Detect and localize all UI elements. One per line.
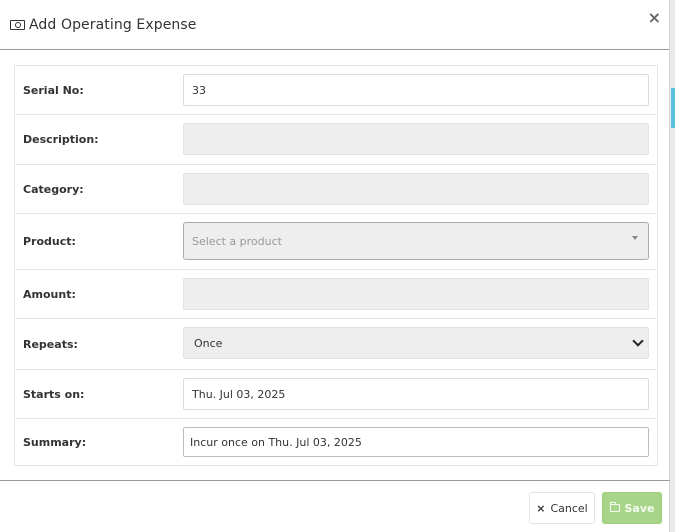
form-row-starts-on: Starts on: Thu. Jul 03, 2025 — [15, 370, 657, 419]
product-placeholder: Select a product — [192, 234, 282, 248]
starts-on-input[interactable]: Thu. Jul 03, 2025 — [183, 378, 649, 410]
category-input[interactable] — [183, 173, 649, 205]
form-row-category: Category: — [15, 165, 657, 214]
save-button[interactable]: Save — [602, 492, 662, 524]
folder-icon — [609, 502, 620, 512]
cancel-button[interactable]: × Cancel — [529, 492, 595, 524]
repeats-value: Once — [194, 336, 223, 350]
summary-field[interactable]: Incur once on Thu. Jul 03, 2025 — [183, 427, 649, 457]
starts-on-label: Starts on: — [23, 387, 85, 401]
form-row-product: Product: Select a product — [15, 214, 657, 270]
form-row-serial-no: Serial No: 33 — [15, 66, 657, 115]
caret-down-icon — [632, 236, 638, 240]
summary-label: Summary: — [23, 435, 87, 449]
add-expense-modal: Add Operating Expense × Serial No: 33 De… — [0, 0, 670, 532]
modal-header: Add Operating Expense × — [0, 0, 669, 50]
form-row-amount: Amount: — [15, 270, 657, 319]
cancel-label: Cancel — [550, 501, 588, 515]
form-row-summary: Summary: Incur once on Thu. Jul 03, 2025 — [15, 419, 657, 465]
modal-footer: × Cancel Save — [0, 480, 670, 532]
description-input[interactable] — [183, 123, 649, 155]
save-label: Save — [624, 501, 655, 515]
form-row-description: Description: — [15, 115, 657, 165]
product-select[interactable]: Select a product — [183, 222, 649, 260]
expense-form: Serial No: 33 Description: Category: Pro… — [14, 65, 658, 466]
amount-input[interactable] — [183, 278, 649, 310]
description-label: Description: — [23, 133, 99, 146]
chevron-down-icon — [632, 335, 644, 347]
category-label: Category: — [23, 182, 84, 196]
repeats-label: Repeats: — [23, 337, 78, 351]
serial-no-input[interactable]: 33 — [183, 74, 649, 106]
repeats-select[interactable]: Once — [183, 327, 649, 359]
product-label: Product: — [23, 235, 76, 248]
times-icon: × — [536, 501, 546, 515]
amount-label: Amount: — [23, 287, 76, 301]
background-accent — [671, 88, 675, 128]
modal-title: Add Operating Expense — [29, 16, 197, 33]
cash-icon — [10, 19, 25, 30]
serial-no-label: Serial No: — [23, 83, 84, 97]
close-icon[interactable]: × — [648, 10, 661, 26]
form-row-repeats: Repeats: Once — [15, 319, 657, 370]
